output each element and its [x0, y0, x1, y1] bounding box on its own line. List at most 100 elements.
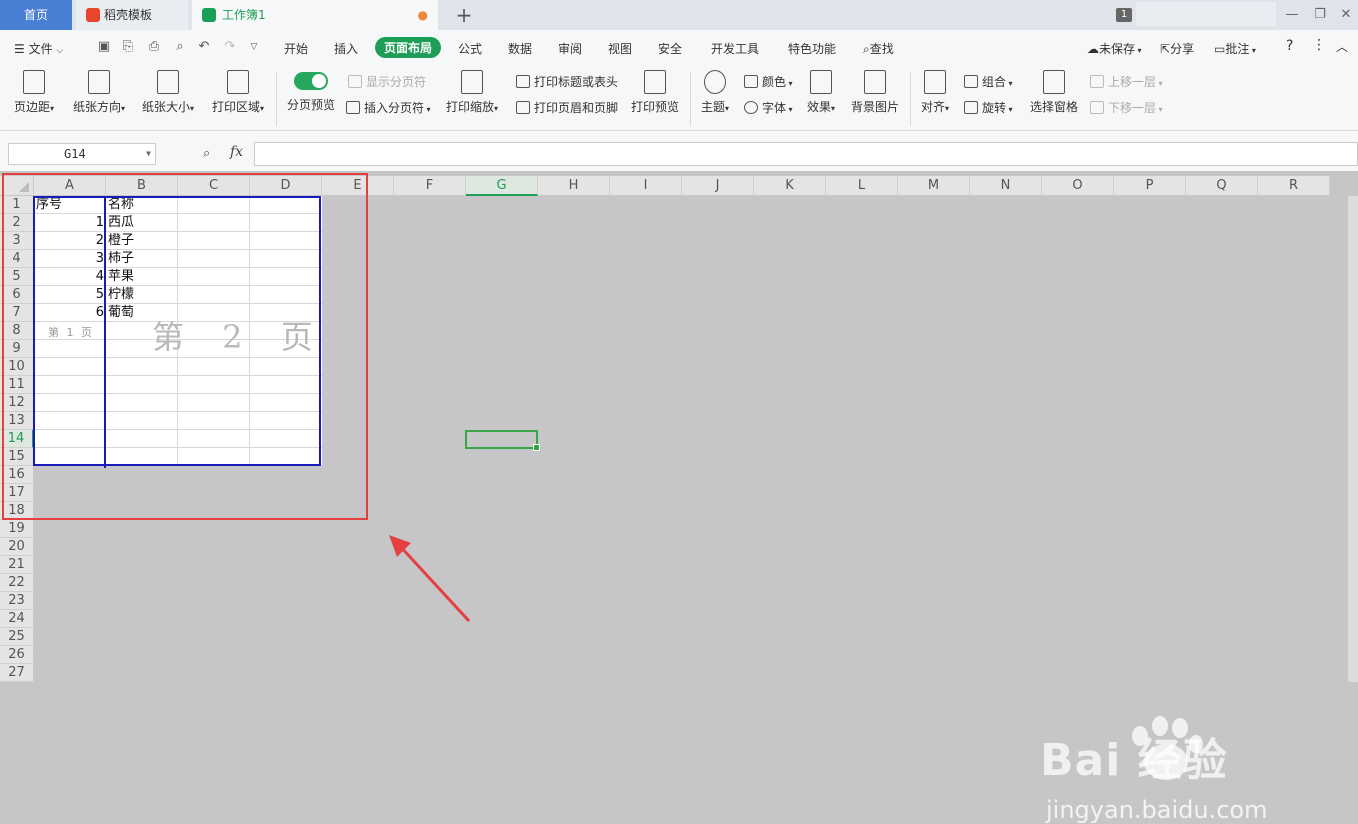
comment-button[interactable]: ▭批注 ▾	[1214, 40, 1256, 57]
font-icon	[744, 101, 758, 114]
customize-icon[interactable]: ▽	[246, 39, 262, 55]
row-header-20[interactable]: 20	[0, 538, 34, 556]
column-header-r[interactable]: R	[1258, 176, 1330, 196]
annotation-arrow-icon	[389, 535, 471, 623]
restore-icon[interactable]: ❐	[1306, 0, 1334, 30]
column-header-j[interactable]: J	[682, 176, 754, 196]
help-icon[interactable]: ?	[1286, 38, 1293, 54]
theme-button[interactable]: 主题▾	[698, 70, 732, 115]
tab-workbook[interactable]: 工作簿1 ●	[192, 0, 438, 30]
row-header-23[interactable]: 23	[0, 592, 34, 610]
new-tab-button[interactable]: +	[452, 0, 476, 30]
column-header-f[interactable]: F	[394, 176, 466, 196]
menu-data[interactable]: 数据	[508, 40, 532, 57]
collapse-ribbon-icon[interactable]: ︿	[1336, 38, 1348, 55]
formula-input[interactable]	[254, 142, 1358, 166]
print-icon[interactable]: ⎙	[146, 39, 162, 55]
show-breaks-checkbox[interactable]: 显示分页符	[348, 73, 426, 90]
column-header-h[interactable]: H	[538, 176, 610, 196]
print-header-footer-button[interactable]: 打印页眉和页脚	[516, 99, 618, 116]
fx-icon[interactable]: fx	[230, 144, 243, 160]
row-header-21[interactable]: 21	[0, 556, 34, 574]
share-button[interactable]: ⇱分享	[1160, 40, 1194, 57]
insert-break-button[interactable]: 插入分页符 ▾	[346, 99, 431, 116]
column-header-k[interactable]: K	[754, 176, 826, 196]
account-area[interactable]	[1136, 2, 1276, 26]
print-titles-button[interactable]: 打印标题或表头	[516, 73, 618, 90]
export-icon[interactable]: ⎘	[120, 39, 136, 55]
orientation-button[interactable]: 纸张方向▾	[70, 70, 128, 115]
cloud-icon: ☁	[1087, 42, 1099, 56]
row-header-22[interactable]: 22	[0, 574, 34, 592]
row-header-27[interactable]: 27	[0, 664, 34, 682]
margin-button[interactable]: 页边距▾	[10, 70, 58, 115]
preview-icon[interactable]: ⌕	[172, 39, 188, 55]
minimize-icon[interactable]: —	[1278, 0, 1306, 30]
window-count-badge[interactable]: 1	[1116, 8, 1132, 22]
menu-insert[interactable]: 插入	[334, 40, 358, 57]
background-image-button[interactable]: 背景图片	[850, 70, 900, 115]
column-header-o[interactable]: O	[1042, 176, 1114, 196]
fill-handle[interactable]	[533, 444, 540, 451]
baidu-url-watermark: jingyan.baidu.com	[1046, 796, 1268, 824]
name-box-value: G14	[64, 147, 86, 161]
align-button[interactable]: 对齐▾	[918, 70, 952, 115]
print-area-button[interactable]: 打印区域▾	[208, 70, 268, 115]
selection-pane-button[interactable]: 选择窗格	[1030, 70, 1078, 115]
send-backward-button[interactable]: 下移一层 ▾	[1090, 99, 1163, 116]
search-button[interactable]: ⌕查找	[863, 40, 894, 57]
column-header-i[interactable]: I	[610, 176, 682, 196]
menu-page-layout[interactable]: 页面布局	[375, 37, 442, 58]
column-header-q[interactable]: Q	[1186, 176, 1258, 196]
ribbon: 页边距▾ 纸张方向▾ 纸张大小▾ 打印区域▾ 分页预览 显示分页符 插入分页符 …	[0, 66, 1358, 131]
menu-developer[interactable]: 开发工具	[711, 40, 759, 57]
page-break-preview-toggle[interactable]: 分页预览	[286, 70, 336, 113]
menu-bar: ☰ 文件 ⌵ ▣ ⎘ ⎙ ⌕ ↶ ↷ ▽ 开始 插入 页面布局 公式 数据 审阅…	[0, 30, 1358, 66]
close-icon[interactable]: ✕	[1332, 0, 1358, 30]
group-button[interactable]: 组合 ▾	[964, 73, 1013, 90]
sheet-grid[interactable]: ABCDEFGHIJKLMNOPQR 1 2 3 4 5 6 7 8 9 10 11 12 13 14 15…	[0, 173, 1358, 824]
menu-formula[interactable]: 公式	[458, 40, 482, 57]
menu-view[interactable]: 视图	[608, 40, 632, 57]
effects-button[interactable]: 效果▾	[804, 70, 838, 115]
column-header-m[interactable]: M	[898, 176, 970, 196]
bring-forward-button[interactable]: 上移一层 ▾	[1090, 73, 1163, 90]
rotate-button[interactable]: 旋转 ▾	[964, 99, 1013, 116]
search-icon: ⌕	[863, 42, 870, 56]
column-header-g[interactable]: G	[466, 176, 538, 196]
undo-icon[interactable]: ↶	[196, 39, 212, 55]
paper-size-button[interactable]: 纸张大小▾	[138, 70, 198, 115]
tab-template[interactable]: 稻壳模板	[76, 0, 188, 30]
checkbox-icon	[348, 75, 362, 88]
unsaved-button[interactable]: ☁未保存 ▾	[1087, 40, 1142, 57]
row-header-26[interactable]: 26	[0, 646, 34, 664]
bring-forward-icon	[1090, 75, 1104, 88]
print-scale-button[interactable]: 打印缩放▾	[444, 70, 500, 115]
save-icon[interactable]: ▣	[96, 39, 112, 55]
annotation-highlight-box	[2, 173, 368, 520]
menu-security[interactable]: 安全	[658, 40, 682, 57]
column-header-l[interactable]: L	[826, 176, 898, 196]
menu-special[interactable]: 特色功能	[788, 40, 836, 57]
zoom-icon[interactable]: ⌕	[203, 146, 210, 161]
column-header-n[interactable]: N	[970, 176, 1042, 196]
colors-button[interactable]: 颜色 ▾	[744, 73, 793, 90]
tab-home[interactable]: 首页	[0, 0, 72, 30]
print-preview-button[interactable]: 打印预览	[630, 70, 680, 115]
name-box[interactable]: G14 ▼	[8, 143, 156, 165]
active-cell-g14[interactable]	[465, 430, 540, 451]
palette-icon	[704, 70, 726, 94]
row-header-19[interactable]: 19	[0, 520, 34, 538]
file-menu[interactable]: ☰ 文件 ⌵	[14, 40, 63, 57]
row-header-24[interactable]: 24	[0, 610, 34, 628]
unsaved-dot-icon: ●	[417, 8, 428, 22]
redo-icon[interactable]: ↷	[222, 39, 238, 55]
fonts-button[interactable]: 字体 ▾	[744, 99, 793, 116]
row-header-25[interactable]: 25	[0, 628, 34, 646]
menu-review[interactable]: 审阅	[558, 40, 582, 57]
menu-start[interactable]: 开始	[284, 40, 308, 57]
comment-icon: ▭	[1214, 42, 1226, 56]
column-header-p[interactable]: P	[1114, 176, 1186, 196]
vertical-scrollbar[interactable]	[1348, 196, 1358, 682]
more-icon[interactable]: ⋮	[1312, 37, 1326, 53]
